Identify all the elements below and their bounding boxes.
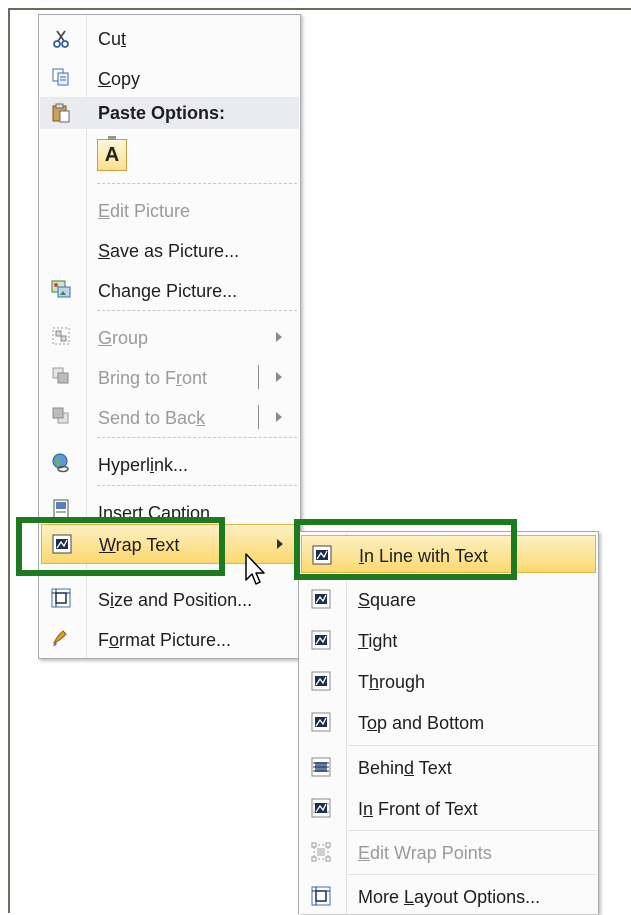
edit-wrap-points-icon: [311, 842, 331, 862]
format-picture-icon: [53, 630, 67, 646]
submenu-arrow-icon[interactable]: [276, 412, 282, 422]
submenu-item-behind-text[interactable]: Behind Text: [299, 748, 598, 786]
top-bottom-wrap-icon: [311, 712, 331, 732]
menu-item-label: Paste Options:: [98, 103, 226, 123]
submenu-item-label: More Layout Options...: [358, 887, 541, 907]
size-position-icon: [51, 588, 71, 608]
submenu-item-through[interactable]: Through: [299, 662, 598, 700]
submenu-separator: [347, 745, 597, 746]
paste-clipboard-icon: [52, 103, 70, 123]
menu-item-format-picture[interactable]: Format Picture...: [39, 620, 300, 658]
menu-item-label: Change Picture...: [98, 281, 238, 301]
menu-item-send-to-back[interactable]: Send to Back: [39, 398, 300, 436]
scissors-icon: [53, 30, 69, 48]
split-button-divider: [258, 405, 259, 429]
submenu-item-top-and-bottom[interactable]: Top and Bottom: [299, 703, 598, 741]
menu-item-cut[interactable]: Cut: [39, 19, 300, 57]
menu-item-label: Group: [98, 328, 149, 348]
menu-item-label: Hyperlink...: [98, 455, 189, 475]
menu-item-label: Cut: [98, 29, 127, 49]
send-to-back-icon: [52, 407, 69, 424]
change-picture-icon: [51, 280, 71, 298]
menu-item-group[interactable]: Group: [39, 318, 300, 356]
menu-separator: [97, 183, 297, 184]
menu-separator: [97, 310, 297, 311]
wrap-text-submenu: In Line with Text Square Tight Through T…: [298, 531, 599, 914]
menu-item-edit-picture[interactable]: Edit Picture: [39, 191, 300, 229]
menu-item-copy[interactable]: Copy: [39, 59, 300, 97]
menu-separator: [97, 485, 297, 486]
through-wrap-icon: [311, 671, 331, 691]
screenshot-frame-top: [8, 8, 631, 10]
in-line-with-text-callout-box: [294, 519, 517, 580]
copy-icon: [52, 68, 69, 86]
submenu-item-in-front-of-text[interactable]: In Front of Text: [299, 789, 598, 827]
submenu-item-label: Top and Bottom: [358, 713, 485, 733]
submenu-separator: [347, 874, 597, 875]
submenu-item-square[interactable]: Square: [299, 580, 598, 618]
submenu-item-label: Behind Text: [358, 758, 452, 778]
submenu-item-label: Square: [358, 590, 417, 610]
clipboard-clip: [108, 136, 116, 140]
submenu-arrow-icon[interactable]: [276, 372, 282, 382]
submenu-item-label: In Front of Text: [358, 799, 478, 819]
submenu-arrow-icon: [276, 332, 282, 342]
paste-option-letter: A: [104, 144, 120, 166]
more-layout-options-icon: [311, 886, 331, 906]
behind-text-icon: [311, 757, 331, 777]
submenu-item-edit-wrap-points[interactable]: Edit Wrap Points: [299, 833, 598, 871]
menu-item-label: Save as Picture...: [98, 241, 240, 261]
split-button-divider: [258, 365, 259, 389]
screenshot-frame-left: [8, 8, 10, 913]
menu-item-label: Size and Position...: [98, 590, 253, 610]
menu-separator: [97, 437, 297, 438]
submenu-arrow-icon: [277, 539, 283, 549]
submenu-item-more-layout-options[interactable]: More Layout Options...: [299, 877, 598, 915]
submenu-item-tight[interactable]: Tight: [299, 621, 598, 659]
tight-wrap-icon: [311, 630, 331, 650]
insert-caption-icon: [53, 499, 69, 519]
square-wrap-icon: [311, 589, 331, 609]
submenu-separator: [347, 830, 597, 831]
mouse-cursor-icon: [245, 553, 265, 585]
bring-to-front-icon: [52, 367, 69, 384]
menu-item-label: Edit Picture: [98, 201, 191, 221]
wrap-text-callout-box: [16, 517, 225, 576]
menu-item-label: Send to Back: [98, 408, 206, 428]
group-icon: [52, 327, 70, 345]
paste-options-heading: Paste Options:: [40, 97, 299, 129]
hyperlink-globe-icon: [52, 453, 69, 473]
submenu-item-label: Tight: [358, 631, 398, 651]
menu-item-label: Bring to Front: [98, 368, 208, 388]
in-front-of-text-icon: [311, 798, 331, 818]
menu-item-hyperlink[interactable]: Hyperlink...: [39, 445, 300, 483]
menu-item-save-as-picture[interactable]: Save as Picture...: [39, 231, 300, 269]
paste-keep-text-only-button[interactable]: A: [97, 136, 127, 171]
menu-item-label: Copy: [98, 69, 141, 89]
menu-item-bring-to-front[interactable]: Bring to Front: [39, 358, 300, 396]
submenu-item-label: Edit Wrap Points: [358, 843, 492, 863]
menu-item-label: Format Picture...: [98, 630, 232, 650]
menu-item-change-picture[interactable]: Change Picture...: [39, 271, 300, 309]
submenu-item-label: Through: [358, 672, 426, 692]
